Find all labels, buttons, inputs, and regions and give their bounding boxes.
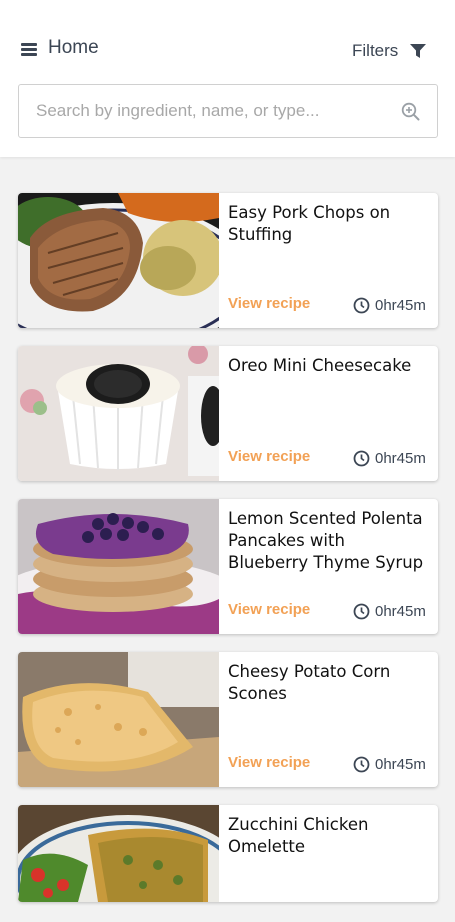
recipe-title: Cheesy Potato Corn Scones	[228, 662, 391, 703]
cook-time-text: 0hr45m	[375, 603, 426, 620]
oreo-cheesecake-photo	[18, 346, 219, 481]
funnel-icon	[410, 44, 427, 58]
recipe-card[interactable]: Lemon Scented Polenta Pancakes with Blue…	[18, 499, 438, 634]
cook-time: 0hr45m	[353, 450, 426, 467]
clock-icon	[353, 756, 370, 773]
recipe-title: Oreo Mini Cheesecake	[228, 356, 412, 375]
pork-chops-photo	[18, 193, 219, 328]
view-recipe-link[interactable]: View recipe	[228, 601, 310, 618]
view-recipe-link[interactable]: View recipe	[228, 295, 310, 312]
cook-time: 0hr45m	[353, 603, 426, 620]
view-recipe-link[interactable]: View recipe	[228, 448, 310, 465]
cook-time-text: 0hr45m	[375, 756, 426, 773]
clock-icon	[353, 297, 370, 314]
corn-scones-photo	[18, 652, 219, 787]
recipe-title: Lemon Scented Polenta Pancakes with Blue…	[228, 509, 424, 572]
clock-icon	[353, 603, 370, 620]
recipe-card[interactable]: Oreo Mini Cheesecake View recipe 0hr45m	[18, 346, 438, 481]
recipe-title: Zucchini Chicken Omelette	[228, 815, 369, 856]
omelette-photo	[18, 805, 219, 902]
search-box	[18, 84, 438, 138]
hamburger-menu-icon[interactable]	[21, 42, 37, 56]
cook-time-text: 0hr45m	[375, 450, 426, 467]
recipe-title: Easy Pork Chops on Stuffing	[228, 203, 391, 244]
recipe-card[interactable]: Cheesy Potato Corn Scones View recipe 0h…	[18, 652, 438, 787]
cook-time: 0hr45m	[353, 297, 426, 314]
view-recipe-link[interactable]: View recipe	[228, 754, 310, 771]
app-header: Home Filters	[0, 0, 455, 157]
filters-label: Filters	[352, 41, 399, 60]
page-title: Home	[48, 37, 99, 58]
recipe-card[interactable]: Easy Pork Chops on Stuffing View recipe …	[18, 193, 438, 328]
recipe-card[interactable]: Zucchini Chicken Omelette	[18, 805, 438, 902]
cook-time-text: 0hr45m	[375, 297, 426, 314]
search-input[interactable]	[36, 85, 386, 137]
filters-button[interactable]: Filters	[352, 40, 427, 62]
zoom-search-icon[interactable]	[401, 102, 420, 121]
blueberry-pancakes-photo	[18, 499, 219, 634]
clock-icon	[353, 450, 370, 467]
cook-time: 0hr45m	[353, 756, 426, 773]
